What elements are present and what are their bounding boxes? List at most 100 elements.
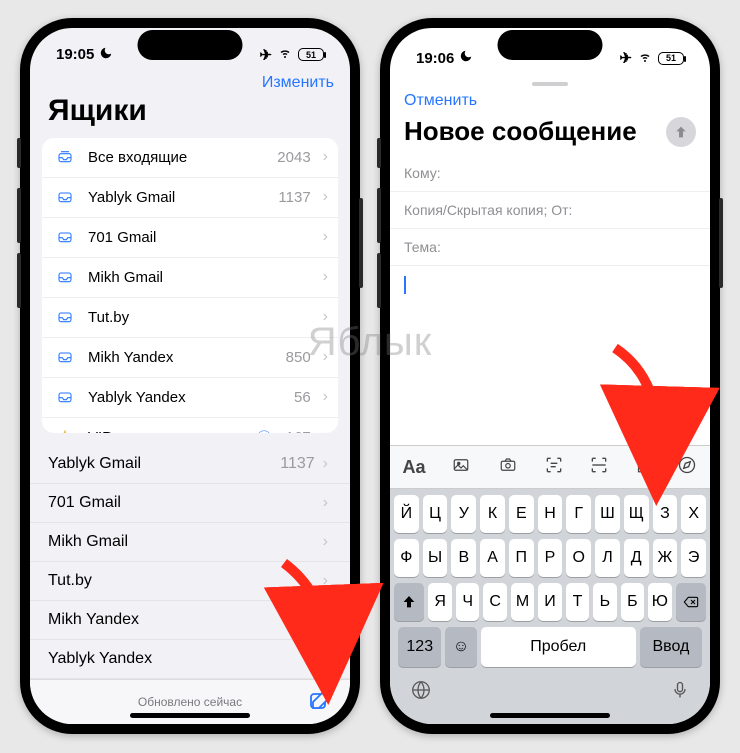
dnd-moon-icon [459, 49, 473, 67]
chevron-right-icon: › [323, 388, 328, 406]
key-Т[interactable]: Т [566, 583, 589, 621]
cc-field[interactable]: Копия/Скрытая копия; От: [390, 192, 710, 229]
key-У[interactable]: У [451, 495, 476, 533]
format-aa-icon[interactable]: Aa [402, 457, 425, 478]
mailbox-row[interactable]: VIPⓘ167› [42, 418, 338, 434]
key-Р[interactable]: Р [538, 539, 563, 577]
key-В[interactable]: В [451, 539, 476, 577]
mailbox-row[interactable]: Yablyk Yandex56› [42, 378, 338, 418]
key-П[interactable]: П [509, 539, 534, 577]
key-О[interactable]: О [566, 539, 591, 577]
subject-field[interactable]: Тема: [390, 229, 710, 266]
chevron-right-icon: › [323, 348, 328, 366]
account-count: 1137 [280, 455, 314, 473]
page-title: Ящики [30, 92, 350, 138]
key-Х[interactable]: Х [681, 495, 706, 533]
to-field[interactable]: Кому: [390, 155, 710, 192]
mailbox-row[interactable]: Mikh Yandex850› [42, 338, 338, 378]
account-row[interactable]: Yablyk Yandex› [30, 640, 350, 679]
account-row[interactable]: Mikh Yandex850› [30, 601, 350, 640]
key-Ж[interactable]: Ж [653, 539, 678, 577]
dynamic-island [498, 30, 603, 60]
mailboxes-card: Все входящие2043›Yablyk Gmail1137›701 Gm… [42, 138, 338, 434]
return-key[interactable]: Ввод [640, 627, 702, 667]
key-Я[interactable]: Я [428, 583, 451, 621]
key-Ш[interactable]: Ш [595, 495, 620, 533]
key-З[interactable]: З [653, 495, 678, 533]
globe-key[interactable] [410, 679, 432, 706]
phone-left: 19:05 ✈ 51 Изменить [20, 18, 360, 734]
key-Э[interactable]: Э [681, 539, 706, 577]
space-key[interactable]: Пробел [481, 627, 636, 667]
shift-key[interactable] [394, 583, 424, 621]
mailbox-count: 167 [286, 429, 311, 434]
markup-icon[interactable] [677, 455, 697, 480]
account-label: Mikh Yandex [48, 611, 288, 629]
file-icon[interactable] [634, 455, 652, 480]
home-indicator[interactable] [490, 713, 610, 718]
scan-text-icon[interactable] [544, 455, 564, 480]
mailbox-row[interactable]: Tut.by› [42, 298, 338, 338]
accounts-list: Yablyk Gmail1137›701 Gmail›Mikh Gmail›Tu… [30, 445, 350, 679]
key-Ч[interactable]: Ч [456, 583, 479, 621]
mailbox-label: Все входящие [88, 149, 265, 166]
photo-library-icon[interactable] [450, 456, 472, 479]
key-Н[interactable]: Н [538, 495, 563, 533]
mailbox-row[interactable]: Mikh Gmail › [42, 258, 338, 298]
status-text: Обновлено сейчас [138, 695, 242, 709]
mailbox-row[interactable]: 701 Gmail› [42, 218, 338, 258]
airplane-icon: ✈ [259, 46, 272, 64]
scan-doc-icon[interactable] [589, 455, 609, 480]
key-А[interactable]: А [480, 539, 505, 577]
edit-button[interactable]: Изменить [262, 74, 334, 92]
account-label: Mikh Gmail [48, 533, 315, 551]
star-icon [54, 427, 76, 433]
emoji-key[interactable]: ☺ [445, 627, 476, 667]
send-button[interactable] [666, 117, 696, 147]
key-Щ[interactable]: Щ [624, 495, 649, 533]
camera-icon[interactable] [497, 456, 519, 479]
tray-icon [54, 187, 76, 207]
key-Ы[interactable]: Ы [423, 539, 448, 577]
message-body[interactable] [390, 266, 710, 346]
key-И[interactable]: И [538, 583, 561, 621]
mailbox-row[interactable]: Yablyk Gmail1137› [42, 178, 338, 218]
sheet-grabber[interactable] [532, 82, 568, 86]
compose-button[interactable] [308, 689, 332, 716]
home-indicator[interactable] [130, 713, 250, 718]
numbers-key[interactable]: 123 [398, 627, 441, 667]
tray-icon [54, 307, 76, 327]
cancel-button[interactable]: Отменить [404, 92, 477, 110]
key-Д[interactable]: Д [624, 539, 649, 577]
mailbox-count: 1137 [278, 189, 310, 206]
dynamic-island [138, 30, 243, 60]
key-М[interactable]: М [511, 583, 534, 621]
key-Л[interactable]: Л [595, 539, 620, 577]
key-Ю[interactable]: Ю [648, 583, 671, 621]
mailbox-label: Mikh Gmail [88, 269, 299, 286]
key-Ф[interactable]: Ф [394, 539, 419, 577]
tray-icon [54, 267, 76, 287]
key-С[interactable]: С [483, 583, 506, 621]
mailbox-row[interactable]: Все входящие2043› [42, 138, 338, 178]
account-row[interactable]: 701 Gmail› [30, 484, 350, 523]
account-row[interactable]: Mikh Gmail› [30, 523, 350, 562]
key-К[interactable]: К [480, 495, 505, 533]
key-Ц[interactable]: Ц [423, 495, 448, 533]
key-Е[interactable]: Е [509, 495, 534, 533]
status-time: 19:06 [416, 50, 454, 67]
compose-title: Новое сообщение [404, 116, 656, 147]
backspace-key[interactable] [676, 583, 706, 621]
key-Й[interactable]: Й [394, 495, 419, 533]
key-Б[interactable]: Б [621, 583, 644, 621]
chevron-right-icon: › [323, 148, 328, 166]
chevron-right-icon: › [323, 308, 328, 326]
dictation-key[interactable] [670, 679, 690, 706]
key-Ь[interactable]: Ь [593, 583, 616, 621]
info-icon[interactable]: ⓘ [257, 427, 272, 434]
key-Г[interactable]: Г [566, 495, 591, 533]
airplane-icon: ✈ [619, 49, 632, 67]
account-row[interactable]: Tut.by› [30, 562, 350, 601]
chevron-right-icon: › [323, 268, 328, 286]
account-row[interactable]: Yablyk Gmail1137› [30, 445, 350, 484]
